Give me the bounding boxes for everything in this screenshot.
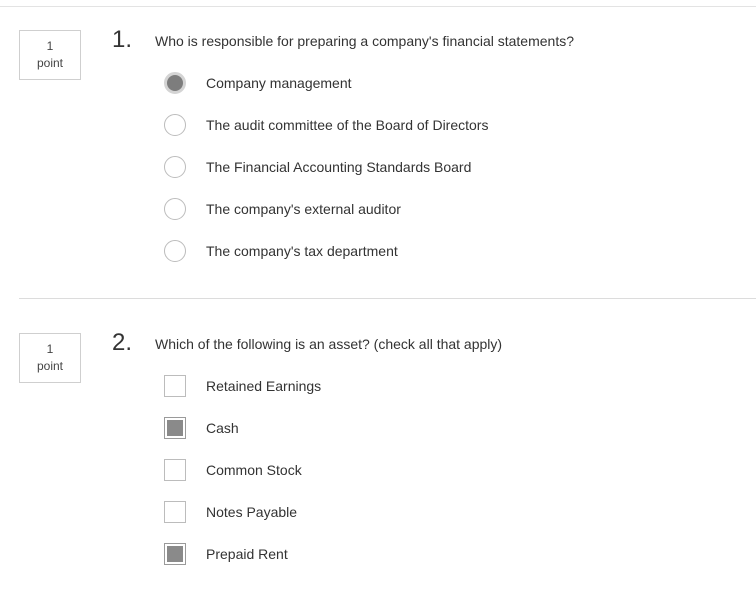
- option-cash[interactable]: Cash: [164, 417, 321, 459]
- points-unit: point: [36, 56, 64, 70]
- option-label: Cash: [206, 420, 239, 436]
- points-value: 1: [46, 342, 54, 356]
- option-notes-payable[interactable]: Notes Payable: [164, 501, 321, 543]
- option-external-auditor[interactable]: The company's external auditor: [164, 198, 488, 240]
- option-tax-department[interactable]: The company's tax department: [164, 240, 488, 282]
- question-text: Which of the following is an asset? (che…: [155, 336, 503, 352]
- radio-button[interactable]: [164, 156, 186, 178]
- option-company-management[interactable]: Company management: [164, 72, 488, 114]
- option-label: The company's tax department: [206, 243, 398, 259]
- points-value: 1: [46, 39, 54, 53]
- option-label: Retained Earnings: [206, 378, 322, 394]
- points-box: 1 point: [19, 30, 81, 80]
- radio-button[interactable]: [164, 114, 186, 136]
- points-box: 1 point: [19, 333, 81, 383]
- quiz-page: 1 point 1. Who is responsible for prepar…: [0, 0, 756, 600]
- option-audit-committee[interactable]: The audit committee of the Board of Dire…: [164, 114, 488, 156]
- option-label: The company's external auditor: [206, 201, 401, 217]
- top-divider: [0, 6, 756, 7]
- option-label: Company management: [206, 75, 352, 91]
- checkbox[interactable]: [164, 501, 186, 523]
- checkbox[interactable]: [164, 543, 186, 565]
- option-label: Prepaid Rent: [206, 546, 288, 562]
- question-divider: [19, 298, 756, 299]
- option-prepaid-rent[interactable]: Prepaid Rent: [164, 543, 321, 585]
- option-retained-earnings[interactable]: Retained Earnings: [164, 375, 321, 417]
- question-number: 1.: [112, 26, 133, 53]
- question-text: Who is responsible for preparing a compa…: [155, 33, 574, 49]
- question-number: 2.: [112, 329, 133, 356]
- option-common-stock[interactable]: Common Stock: [164, 459, 321, 501]
- radio-button[interactable]: [164, 198, 186, 220]
- option-label: Common Stock: [206, 462, 302, 478]
- checkbox[interactable]: [164, 375, 186, 397]
- checkbox[interactable]: [164, 459, 186, 481]
- radio-options: Company management The audit committee o…: [164, 72, 488, 282]
- check-fill: [167, 420, 183, 436]
- checkbox[interactable]: [164, 417, 186, 439]
- option-label: The Financial Accounting Standards Board: [206, 159, 472, 175]
- option-fasb[interactable]: The Financial Accounting Standards Board: [164, 156, 488, 198]
- check-fill: [167, 546, 183, 562]
- option-label: Notes Payable: [206, 504, 298, 520]
- radio-button[interactable]: [164, 240, 186, 262]
- checkbox-options: Retained Earnings Cash Common Stock Note…: [164, 375, 321, 585]
- radio-button[interactable]: [164, 72, 186, 94]
- points-unit: point: [36, 359, 64, 373]
- option-label: The audit committee of the Board of Dire…: [206, 117, 489, 133]
